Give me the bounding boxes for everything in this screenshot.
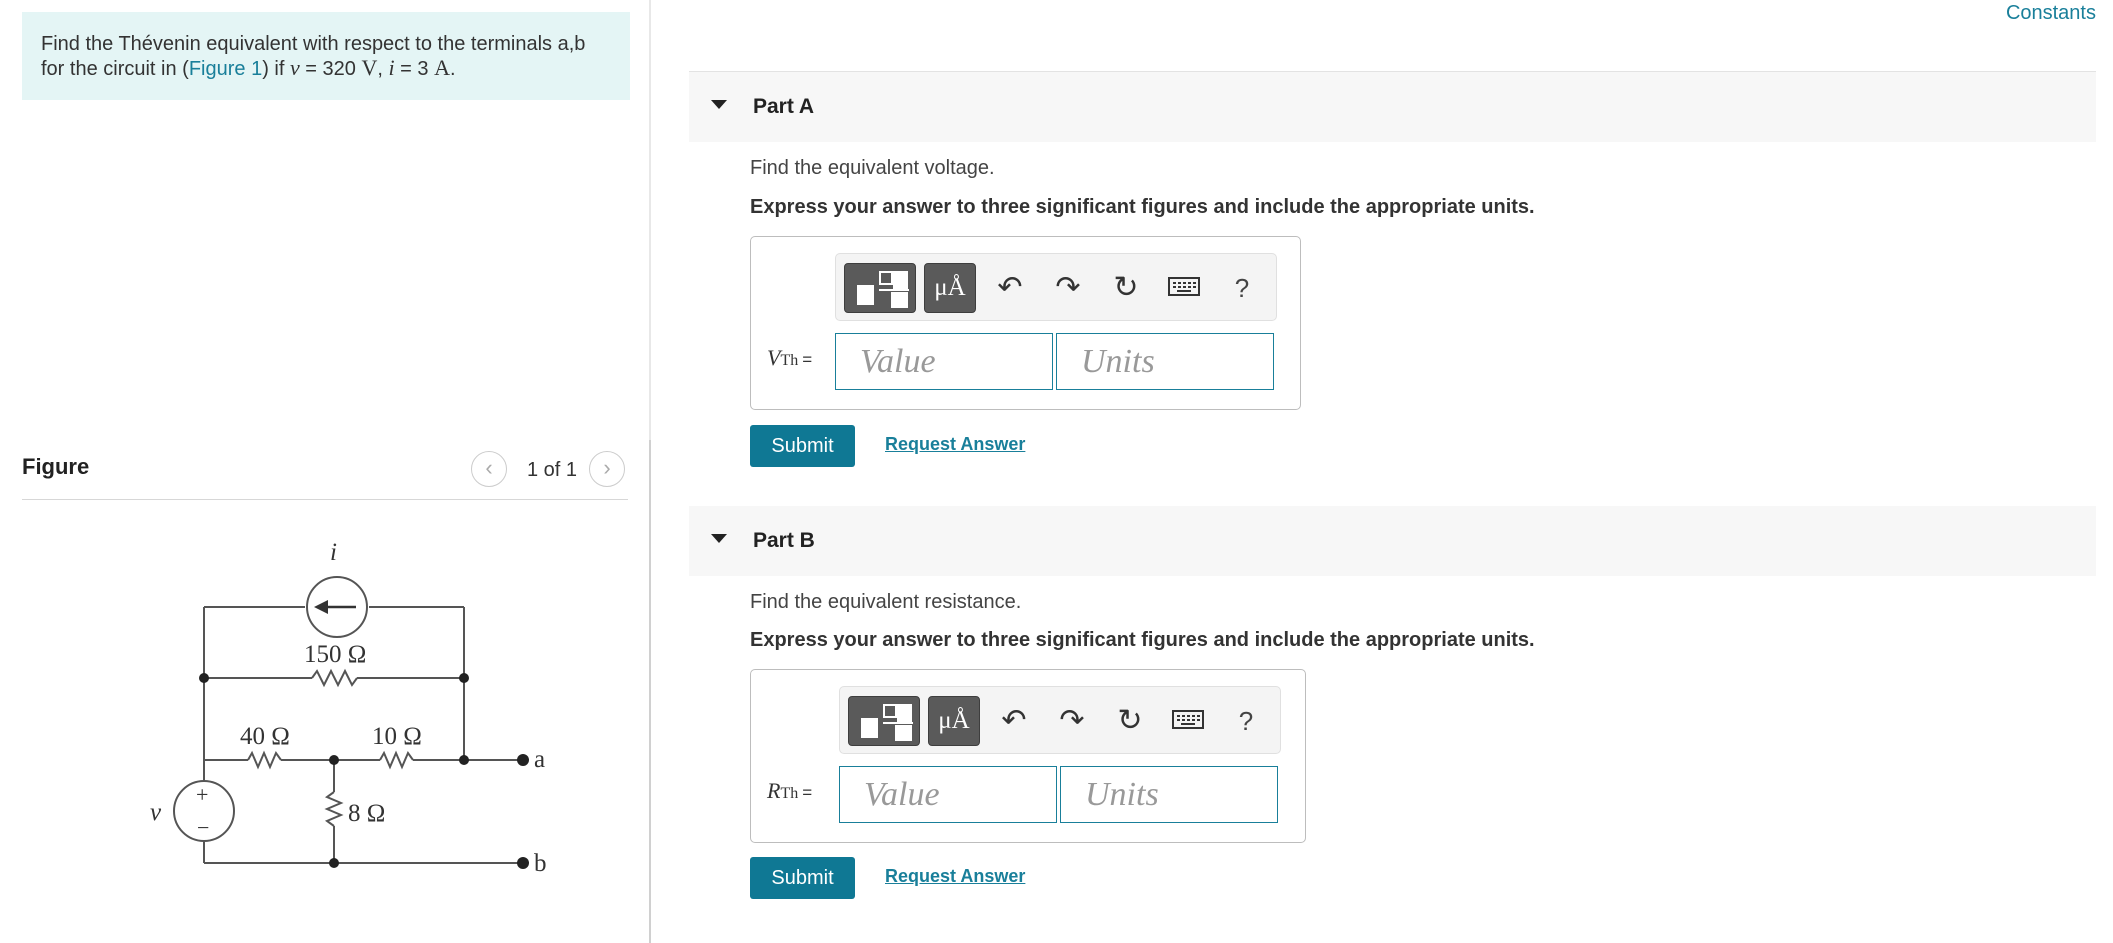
minus-sign: −: [197, 815, 209, 840]
math-toolbar: μÅ ↶ ↷ ↻ ?: [835, 253, 1277, 321]
figure-title: Figure: [22, 454, 90, 479]
voltage-source-label: v: [150, 799, 162, 826]
part-b-prompt: Find the equivalent resistance.: [750, 591, 1022, 613]
circuit-diagram: i v 150 Ω 40 Ω 10 Ω 8 Ω a b + −: [150, 539, 547, 877]
part-b-submit-button[interactable]: Submit: [750, 857, 855, 899]
part-b-header[interactable]: Part B: [689, 506, 2096, 576]
voltage-value: = 320: [299, 58, 362, 80]
resistor-10-label: 10 Ω: [372, 723, 422, 750]
keyboard-icon[interactable]: [1166, 270, 1202, 306]
help-icon[interactable]: ?: [1224, 270, 1260, 306]
var-main: R: [767, 778, 781, 803]
rth-label: RTh =: [767, 778, 812, 804]
part-a-title: Part A: [753, 95, 815, 118]
resistor-8-label: 8 Ω: [348, 800, 385, 827]
help-icon[interactable]: ?: [1228, 703, 1264, 739]
part-a-request-answer-link[interactable]: Request Answer: [885, 434, 1025, 455]
part-a-header[interactable]: Part A: [689, 72, 2096, 142]
equals-sign: =: [802, 350, 813, 369]
var-main: V: [767, 345, 781, 370]
units-icon[interactable]: μÅ: [924, 263, 976, 313]
resistor-150-label: 150 Ω: [304, 641, 366, 668]
figure-link[interactable]: Figure 1: [189, 58, 262, 80]
value-input[interactable]: Value: [835, 333, 1053, 390]
constants-link[interactable]: Constants: [2006, 2, 2096, 25]
redo-icon[interactable]: ↷: [1054, 703, 1090, 739]
units-icon[interactable]: μÅ: [928, 696, 980, 746]
figure-counter: 1 of 1: [527, 459, 578, 481]
chevron-right-icon[interactable]: ›: [589, 451, 625, 487]
part-b-instruction: Express your answer to three significant…: [750, 629, 1535, 651]
part-b-request-answer-link[interactable]: Request Answer: [885, 866, 1025, 887]
keyboard-icon[interactable]: [1170, 703, 1206, 739]
part-b-answer-box: μÅ ↶ ↷ ↻ ? RTh = Value Units: [750, 669, 1306, 843]
undo-icon[interactable]: ↶: [992, 270, 1028, 306]
undo-icon[interactable]: ↶: [996, 703, 1032, 739]
plus-sign: +: [196, 782, 208, 807]
reset-icon[interactable]: ↻: [1108, 270, 1144, 306]
units-input[interactable]: Units: [1060, 766, 1278, 823]
voltage-variable: v: [289, 55, 300, 80]
current-source-label: i: [330, 539, 337, 566]
resistor-40-label: 40 Ω: [240, 723, 290, 750]
part-b-title: Part B: [753, 529, 815, 552]
equals-sign: =: [802, 783, 813, 802]
voltage-unit: V: [361, 55, 378, 80]
templates-icon[interactable]: [844, 263, 916, 313]
reset-icon[interactable]: ↻: [1112, 703, 1148, 739]
var-sub: Th: [780, 785, 799, 802]
column-divider[interactable]: [649, 440, 651, 943]
current-value: = 3: [394, 58, 435, 80]
caret-down-icon[interactable]: [711, 100, 727, 109]
value-input[interactable]: Value: [839, 766, 1057, 823]
separator: ,: [377, 58, 389, 80]
column-divider-top: [649, 0, 651, 440]
templates-icon[interactable]: [848, 696, 920, 746]
period: .: [449, 58, 456, 80]
part-a-answer-box: μÅ ↶ ↷ ↻ ? VTh = Value Units: [750, 236, 1301, 410]
part-a-prompt: Find the equivalent voltage.: [750, 157, 995, 179]
redo-icon[interactable]: ↷: [1050, 270, 1086, 306]
math-toolbar: μÅ ↶ ↷ ↻ ?: [839, 686, 1281, 754]
current-unit: A: [434, 55, 450, 80]
part-a-submit-button[interactable]: Submit: [750, 425, 855, 467]
problem-statement: Find the Thévenin equivalent with respec…: [22, 12, 630, 100]
part-a-instruction: Express your answer to three significant…: [750, 196, 1535, 218]
terminal-b-label: b: [534, 850, 547, 877]
var-sub: Th: [780, 352, 799, 369]
caret-down-icon[interactable]: [711, 534, 727, 543]
vth-label: VTh =: [767, 345, 812, 371]
terminal-a-label: a: [534, 746, 545, 773]
chevron-left-icon[interactable]: ‹: [471, 451, 507, 487]
problem-text-cont: ) if: [262, 58, 290, 80]
figure-header: Figure ‹ 1 of 1 ›: [22, 446, 628, 500]
units-input[interactable]: Units: [1056, 333, 1274, 390]
